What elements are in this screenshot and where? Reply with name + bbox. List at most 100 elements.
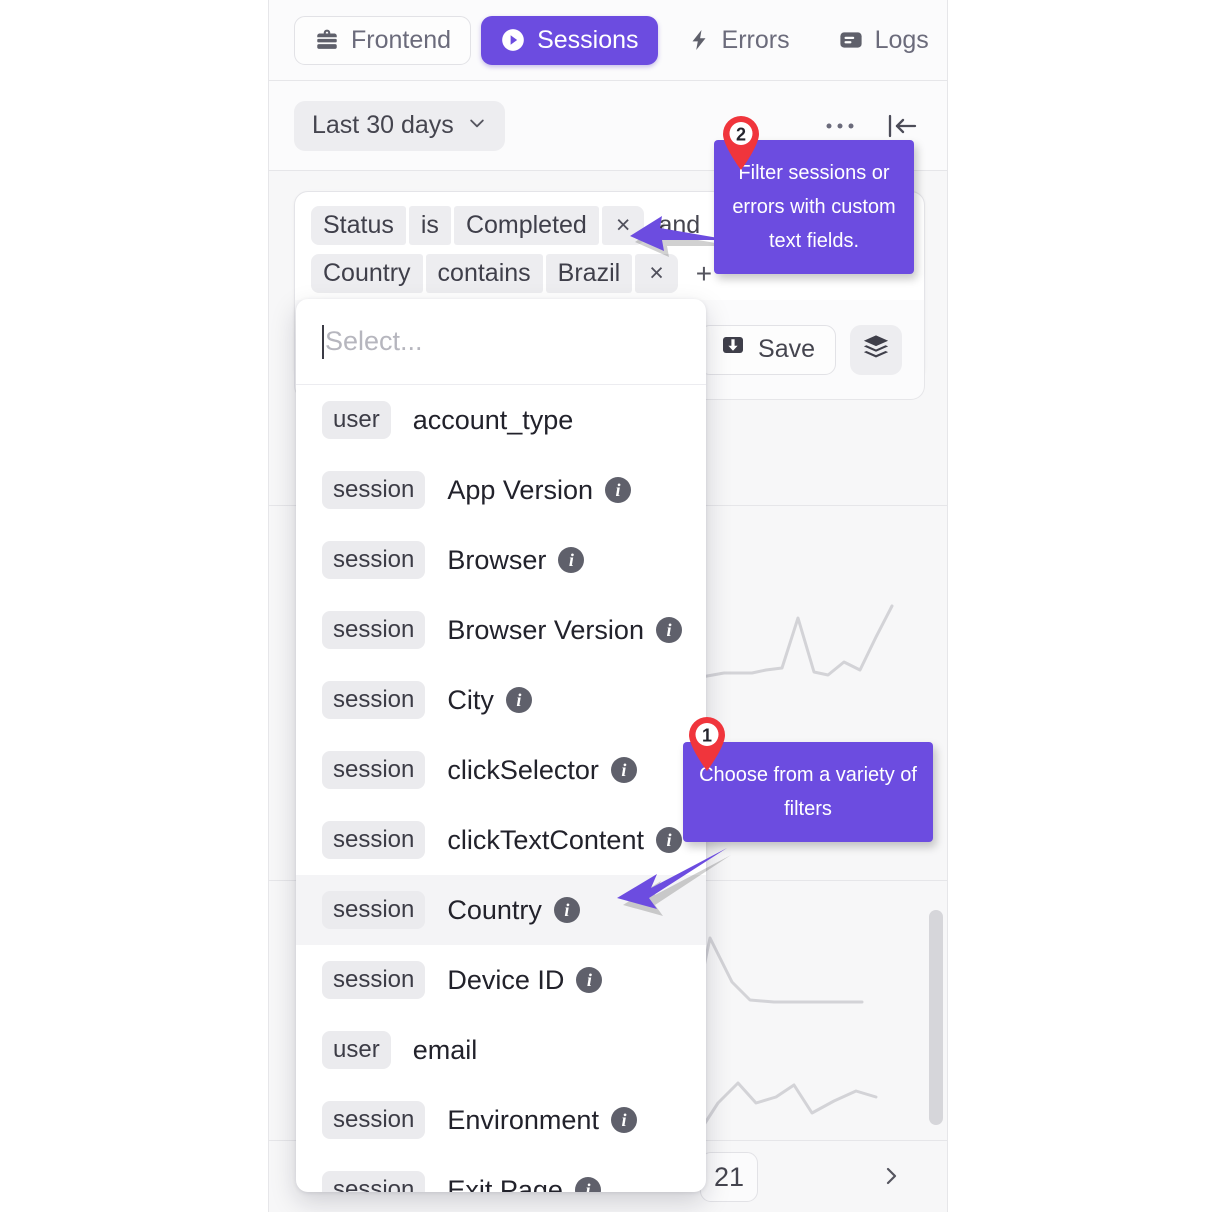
option-label: Exit Page bbox=[447, 1174, 563, 1193]
filter-chip-status[interactable]: Status is Completed × bbox=[311, 206, 645, 245]
callout-2-number: 2 bbox=[736, 125, 746, 145]
info-icon[interactable]: i bbox=[655, 617, 682, 643]
list-item[interactable]: session City i bbox=[296, 665, 706, 735]
option-text: clickSelector i bbox=[447, 755, 637, 786]
option-text: Exit Page i bbox=[447, 1174, 601, 1193]
option-text: email bbox=[413, 1035, 478, 1066]
tab-label: Errors bbox=[721, 25, 790, 54]
tab-sessions[interactable]: Sessions bbox=[481, 15, 658, 65]
tab-frontend[interactable]: Frontend bbox=[294, 15, 472, 65]
tab-label: Frontend bbox=[351, 25, 452, 54]
scope-badge: session bbox=[322, 611, 426, 649]
screenshot-root: Frontend Sessions Errors Logs Last 30 da… bbox=[0, 0, 1212, 1212]
option-text: account_type bbox=[413, 405, 574, 436]
list-item[interactable]: session Browser Version i bbox=[296, 595, 706, 665]
scope-badge: session bbox=[322, 471, 426, 509]
info-icon[interactable]: i bbox=[610, 1107, 637, 1133]
option-label: App Version bbox=[447, 474, 593, 505]
info-icon[interactable]: i bbox=[576, 967, 603, 993]
option-label: email bbox=[412, 1034, 478, 1065]
scope-badge: session bbox=[322, 961, 426, 999]
list-item[interactable]: user account_type bbox=[296, 385, 706, 455]
list-item[interactable]: session Environment i bbox=[296, 1085, 706, 1155]
option-text: Device ID i bbox=[447, 964, 603, 996]
callout-1-number: 1 bbox=[702, 726, 712, 746]
info-icon[interactable]: i bbox=[574, 1177, 601, 1192]
callout-2: Filter sessions or errors with custom te… bbox=[714, 116, 914, 274]
toolbar-actions bbox=[823, 109, 947, 143]
scope-badge: session bbox=[322, 681, 426, 719]
option-text: Environment i bbox=[447, 1105, 637, 1136]
scope-badge: session bbox=[322, 891, 426, 929]
filter-value[interactable]: Completed bbox=[453, 206, 599, 245]
scope-badge: user bbox=[322, 401, 391, 439]
save-button[interactable]: Save bbox=[699, 324, 836, 375]
option-text: Country i bbox=[447, 895, 580, 926]
ellipsis-icon[interactable] bbox=[823, 109, 857, 143]
collapse-left-icon[interactable] bbox=[885, 109, 919, 143]
content-scrollbar[interactable] bbox=[929, 910, 943, 1125]
callout-marker-2: 2 bbox=[723, 116, 759, 170]
filter-field-dropdown: Select... user account_type session App … bbox=[296, 299, 706, 1192]
callout-marker-1: 1 bbox=[689, 717, 725, 771]
option-label: Browser bbox=[447, 544, 547, 575]
tab-label: Logs bbox=[874, 25, 929, 54]
filter-key[interactable]: Status bbox=[311, 206, 406, 245]
option-label: Country bbox=[447, 894, 542, 925]
list-item[interactable]: session Device ID i bbox=[296, 945, 706, 1015]
scope-badge: session bbox=[322, 751, 426, 789]
filter-key[interactable]: Country bbox=[311, 254, 423, 293]
scrollbar-thumb[interactable] bbox=[929, 910, 943, 1125]
scope-badge: user bbox=[322, 1031, 391, 1069]
chevron-down-icon bbox=[467, 111, 487, 140]
option-label: clickSelector bbox=[447, 754, 599, 785]
list-item[interactable]: session Browser i bbox=[296, 525, 706, 595]
info-icon[interactable]: i bbox=[558, 547, 585, 573]
scope-badge: session bbox=[322, 1101, 426, 1139]
layers-icon bbox=[862, 334, 890, 365]
tab-errors[interactable]: Errors bbox=[668, 16, 809, 65]
scope-badge: session bbox=[322, 1171, 426, 1192]
option-label: Browser Version bbox=[447, 614, 644, 645]
filter-op[interactable]: contains bbox=[425, 254, 543, 293]
save-label: Save bbox=[758, 335, 815, 363]
list-item[interactable]: user email bbox=[296, 1015, 706, 1085]
dropdown-search-row[interactable]: Select... bbox=[296, 299, 706, 385]
list-item[interactable]: session App Version i bbox=[296, 455, 706, 525]
logs-icon bbox=[838, 27, 864, 53]
option-label: Device ID bbox=[447, 964, 565, 995]
date-range-label: Last 30 days bbox=[312, 111, 454, 139]
layers-button[interactable] bbox=[850, 324, 902, 375]
search-input[interactable]: Select... bbox=[325, 326, 423, 357]
briefcase-icon bbox=[314, 27, 340, 53]
dropdown-option-list[interactable]: user account_type session App Version i … bbox=[296, 385, 706, 1192]
date-range-picker[interactable]: Last 30 days bbox=[294, 100, 505, 151]
tab-label: Sessions bbox=[537, 25, 639, 54]
chevron-right-icon[interactable] bbox=[879, 1162, 903, 1195]
option-text: Browser Version i bbox=[447, 615, 682, 646]
info-icon[interactable]: i bbox=[505, 687, 532, 713]
play-circle-icon bbox=[500, 27, 526, 53]
lightning-bolt-icon bbox=[687, 27, 711, 53]
info-icon[interactable]: i bbox=[610, 757, 637, 783]
filter-value[interactable]: Brazil bbox=[545, 254, 633, 293]
scope-badge: session bbox=[322, 541, 426, 579]
option-text: Browser i bbox=[447, 544, 585, 576]
option-label: City bbox=[447, 684, 494, 715]
tab-logs[interactable]: Logs bbox=[819, 16, 947, 65]
list-item[interactable]: session clickSelector i bbox=[296, 735, 706, 805]
option-text: App Version i bbox=[447, 475, 631, 506]
option-label: Environment bbox=[447, 1104, 599, 1135]
option-label: account_type bbox=[412, 404, 574, 435]
filter-op[interactable]: is bbox=[408, 206, 451, 245]
scope-badge: session bbox=[322, 821, 426, 859]
callout-arrow-1 bbox=[617, 848, 731, 916]
sparkline-chart bbox=[694, 936, 864, 1007]
list-item[interactable]: session Exit Page i bbox=[296, 1155, 706, 1192]
info-icon[interactable]: i bbox=[604, 477, 631, 503]
info-icon[interactable]: i bbox=[553, 897, 580, 923]
callout-1: Choose from a variety of filters 1 bbox=[683, 717, 933, 842]
filter-chip-country[interactable]: Country contains Brazil × bbox=[311, 254, 678, 293]
page-number[interactable]: 21 bbox=[700, 1152, 758, 1202]
text-caret bbox=[322, 324, 324, 359]
